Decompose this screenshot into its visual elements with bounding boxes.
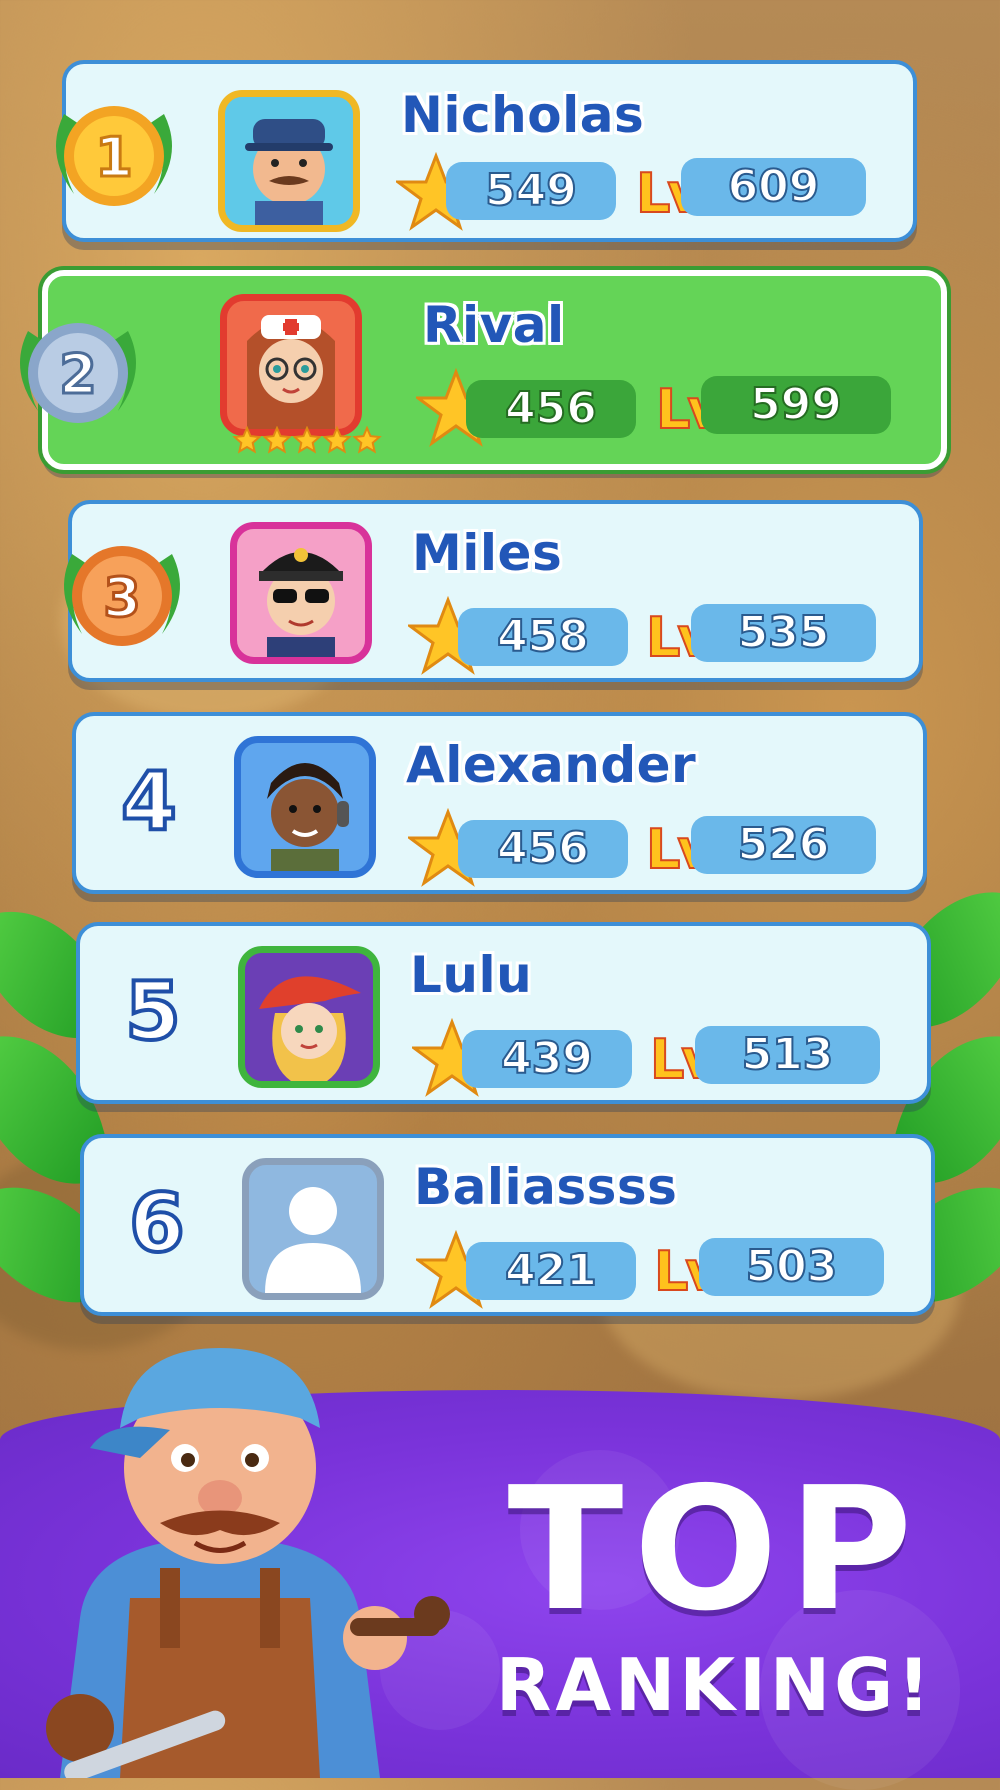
- stars-pill: 421: [466, 1242, 636, 1300]
- level-pill: 609: [681, 158, 866, 216]
- user-silhouette-icon: [265, 1187, 361, 1293]
- rating-star-icon: [262, 425, 292, 454]
- rating-star-icon: [292, 425, 322, 454]
- level-pill: 535: [691, 604, 876, 662]
- level-pill: 513: [695, 1026, 880, 1084]
- player-name: Lulu: [410, 946, 533, 1004]
- rank-number: 4: [119, 753, 179, 850]
- silver-medal-icon: 2: [20, 323, 136, 423]
- stars-pill: 549: [446, 162, 616, 220]
- ranking-row-4[interactable]: 4 Alexander 456 Lv 526: [72, 712, 927, 894]
- rank-number: 5: [123, 963, 183, 1060]
- stars-pill: 456: [466, 380, 636, 438]
- banner-title-ranking: RANKING!: [495, 1643, 935, 1727]
- stars-pill: 456: [458, 820, 628, 878]
- stars-pill: 439: [462, 1030, 632, 1088]
- avatar-alexander[interactable]: [234, 736, 376, 878]
- level-value: 513: [741, 1028, 835, 1081]
- bronze-medal-icon: 3: [64, 546, 180, 646]
- avatar-lulu[interactable]: [238, 946, 380, 1088]
- avatar-star-rating: [232, 425, 382, 456]
- level-pill: 526: [691, 816, 876, 874]
- level-value: 503: [745, 1240, 839, 1293]
- stars-pill: 458: [458, 608, 628, 666]
- avatar-miles[interactable]: [230, 522, 372, 664]
- player-name: Rival: [423, 296, 565, 354]
- rating-star-icon: [352, 425, 382, 454]
- ranking-row-1[interactable]: 1 Nicholas 549 Lv 609: [56, 60, 917, 242]
- level-value: 535: [737, 606, 831, 659]
- stars-count: 456: [496, 822, 590, 875]
- medal-rank-number: 1: [95, 126, 133, 189]
- stars-count: 421: [504, 1244, 598, 1297]
- avatar-nicholas[interactable]: [218, 90, 360, 232]
- player-name: Nicholas: [401, 86, 645, 144]
- level-pill: 503: [699, 1238, 884, 1296]
- level-value: 599: [749, 378, 843, 431]
- medal-rank-number: 2: [59, 343, 97, 406]
- gold-medal-icon: 1: [56, 106, 172, 206]
- stars-count: 549: [484, 164, 578, 217]
- rating-star-icon: [232, 425, 262, 454]
- avatar-rival[interactable]: [220, 294, 362, 436]
- player-name: Alexander: [406, 736, 697, 794]
- ranking-row-2-rival[interactable]: 2 Rival 456 Lv 599: [20, 270, 947, 470]
- rating-star-icon: [322, 425, 352, 454]
- stars-count: 439: [500, 1032, 594, 1085]
- ranking-row-3[interactable]: 3 Miles 458 Lv 535: [64, 500, 923, 682]
- rank-number: 6: [127, 1175, 187, 1272]
- level-pill: 599: [701, 376, 891, 434]
- player-name: Miles: [412, 524, 563, 582]
- avatar-default-user[interactable]: [242, 1158, 384, 1300]
- stars-count: 456: [504, 382, 598, 435]
- mechanic-mascot: [46, 1348, 450, 1778]
- player-name: Baliassss: [414, 1158, 678, 1216]
- level-value: 609: [727, 160, 821, 213]
- level-value: 526: [737, 818, 831, 871]
- ranking-row-5[interactable]: 5 Lulu 439 Lv 513: [76, 922, 931, 1104]
- medal-rank-number: 3: [103, 566, 141, 629]
- banner-title-top: TOP: [507, 1451, 923, 1649]
- stars-count: 458: [496, 610, 590, 663]
- ranking-row-6[interactable]: 6 Baliassss 421 Lv 503: [80, 1134, 935, 1316]
